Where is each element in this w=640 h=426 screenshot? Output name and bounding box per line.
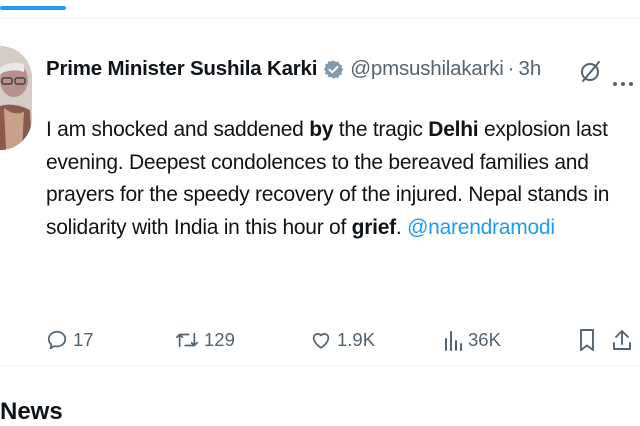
repost-button[interactable]: 129 xyxy=(175,318,235,362)
tweet-text-bold[interactable]: Delhi xyxy=(428,118,478,141)
share-button[interactable] xyxy=(611,318,633,362)
views-button[interactable]: 36K xyxy=(443,318,501,362)
reply-button[interactable]: 17 xyxy=(46,318,94,362)
views-count: 36K xyxy=(468,329,501,350)
tweet-text-part: the tragic xyxy=(333,118,429,141)
grok-icon[interactable] xyxy=(579,59,603,88)
bottom-divider xyxy=(0,365,640,366)
repost-icon xyxy=(175,329,199,351)
reply-icon xyxy=(46,329,68,351)
views-icon xyxy=(443,329,463,351)
like-count: 1.9K xyxy=(337,329,376,350)
repost-count: 129 xyxy=(204,329,235,350)
tweet-text-part: . xyxy=(395,215,408,239)
timestamp[interactable]: 3h xyxy=(518,57,541,81)
author-name[interactable]: Prime Minister Sushila Karki xyxy=(46,57,317,81)
header-separator: · xyxy=(507,57,515,80)
tweet-text-part: I am shocked and saddened xyxy=(46,118,310,141)
share-icon xyxy=(611,328,633,352)
tweet-text-bold: by xyxy=(309,118,334,141)
avatar[interactable] xyxy=(0,46,32,150)
mention-link[interactable]: @narendramodi xyxy=(407,216,555,239)
action-bar: 17 129 1.9K 36K xyxy=(0,318,640,362)
tweet-header: Prime Minister Sushila Karki @pmsushilak… xyxy=(46,54,541,84)
reply-count: 17 xyxy=(73,329,94,350)
verified-badge-icon xyxy=(323,59,344,80)
like-button[interactable]: 1.9K xyxy=(310,318,375,362)
more-icon[interactable] xyxy=(612,74,634,92)
author-handle[interactable]: @pmsushilakarki xyxy=(350,57,504,81)
section-heading: News xyxy=(0,398,63,425)
tab-indicator xyxy=(0,6,66,10)
tweet-card[interactable]: Prime Minister Sushila Karki @pmsushilak… xyxy=(0,18,640,365)
bookmark-icon xyxy=(578,328,596,352)
bookmark-button[interactable] xyxy=(578,318,596,362)
tweet-text: I am shocked and saddened by the tragic … xyxy=(46,114,631,244)
tweet-text-bold: grief xyxy=(351,215,397,239)
like-icon xyxy=(310,329,332,351)
